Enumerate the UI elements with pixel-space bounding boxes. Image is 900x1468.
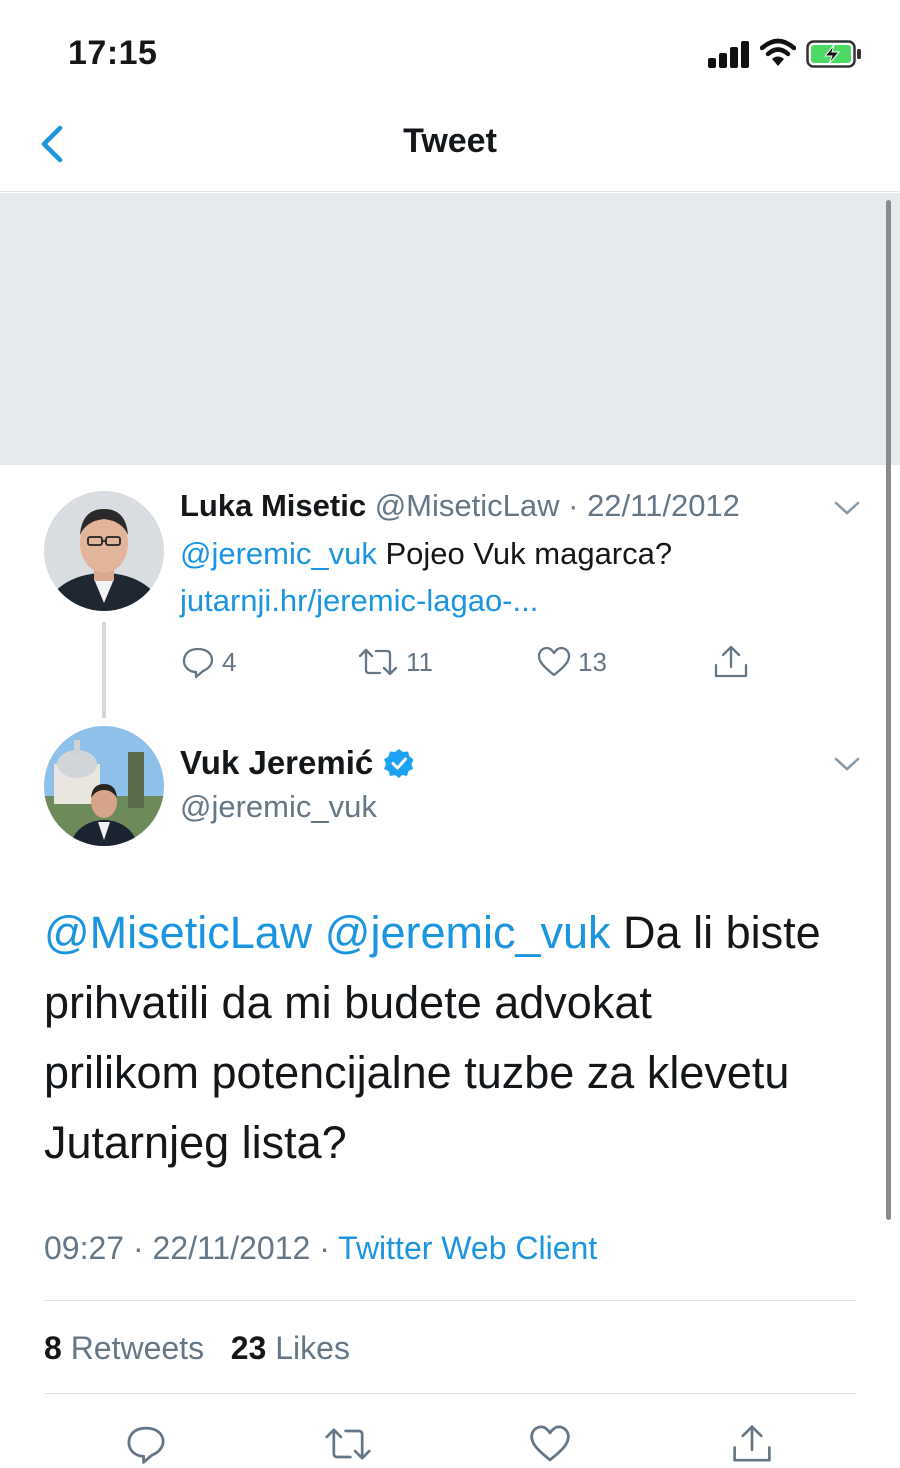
wifi-icon (760, 38, 796, 66)
main-author-handle[interactable]: @jeremic_vuk (180, 789, 377, 825)
parent-date[interactable]: 22/11/2012 (587, 488, 740, 523)
like-count: 13 (578, 646, 607, 677)
media-placeholder (0, 193, 900, 465)
share-icon (714, 645, 748, 678)
main-text-line2: prihvatili da mi budete advokat (44, 977, 652, 1028)
main-text-line4: Jutarnjeg lista? (44, 1117, 347, 1168)
retweets-stat[interactable]: 8 Retweets (44, 1330, 204, 1366)
main-author-name[interactable]: Vuk Jeremić (180, 744, 373, 782)
avatar-vuk-jeremic[interactable] (44, 726, 164, 846)
avatar-luka-misetic[interactable] (44, 491, 164, 611)
status-time: 17:15 (68, 34, 158, 72)
parent-mention-link[interactable]: @jeremic_vuk (180, 536, 377, 571)
reply-button[interactable]: 4 (180, 640, 236, 684)
retweet-icon[interactable] (322, 1422, 374, 1466)
parent-url-link[interactable]: jutarnji.hr/jeremic-lagao-... (180, 583, 538, 619)
retweet-button[interactable]: 11 (356, 640, 433, 684)
main-text-line3: prilikom potencijalne tuzbe za klevetu (44, 1047, 790, 1098)
reply-icon (182, 647, 214, 679)
like-button[interactable]: 13 (536, 640, 607, 684)
reply-icon[interactable] (124, 1422, 168, 1466)
meta-separator: · (319, 1230, 330, 1266)
tweet-stats: 8 Retweets 23 Likes (44, 1330, 350, 1367)
parent-author-handle[interactable]: @MiseticLaw (375, 488, 560, 523)
heart-icon[interactable] (528, 1422, 572, 1466)
status-bar: 17:15 (0, 0, 900, 100)
verified-badge-icon (384, 749, 414, 778)
main-text-line1: Da li biste (623, 907, 821, 958)
page-title: Tweet (403, 122, 497, 160)
main-mention-jeremic[interactable]: @jeremic_vuk (325, 907, 611, 958)
share-icon[interactable] (730, 1422, 774, 1466)
divider (44, 1393, 856, 1394)
main-author-name-row: Vuk Jeremić (180, 744, 415, 782)
parent-text: Pojeo Vuk magarca? (385, 536, 673, 571)
thread-connector-line (102, 622, 106, 718)
battery-charging-icon (806, 40, 861, 68)
tweet-date: 22/11/2012 (152, 1230, 311, 1266)
likes-label: Likes (275, 1330, 350, 1366)
chevron-down-icon[interactable] (832, 754, 862, 774)
heart-icon (537, 646, 571, 677)
likes-count: 23 (230, 1330, 267, 1366)
parent-author-name[interactable]: Luka Misetic (180, 488, 366, 523)
reply-count: 4 (222, 646, 237, 677)
parent-tweet-header: Luka Misetic @MiseticLaw · 22/11/2012 (180, 488, 740, 524)
retweets-label: Retweets (70, 1330, 205, 1366)
retweet-count: 11 (406, 646, 433, 677)
parent-separator: · (568, 488, 579, 523)
main-mention-misetic[interactable]: @MiseticLaw (44, 907, 312, 958)
cellular-signal-icon (708, 40, 752, 68)
retweet-icon (358, 648, 398, 676)
parent-tweet-text: @jeremic_vuk Pojeo Vuk magarca? (180, 536, 672, 572)
tweet-meta: 09:27 · 22/11/2012 · Twitter Web Client (44, 1230, 597, 1267)
retweets-count: 8 (44, 1330, 62, 1366)
tweet-time: 09:27 (44, 1230, 125, 1266)
divider (44, 1300, 856, 1301)
chevron-down-icon[interactable] (832, 498, 862, 518)
tweet-source-link[interactable]: Twitter Web Client (338, 1230, 597, 1266)
nav-bar: Tweet (0, 100, 900, 192)
scrollbar[interactable] (886, 200, 891, 1220)
share-button[interactable] (712, 640, 756, 684)
meta-separator: · (132, 1230, 144, 1266)
likes-stat[interactable]: 23 Likes (231, 1330, 350, 1366)
main-tweet-text: @MiseticLaw @jeremic_vuk Da li biste pri… (44, 898, 874, 1178)
